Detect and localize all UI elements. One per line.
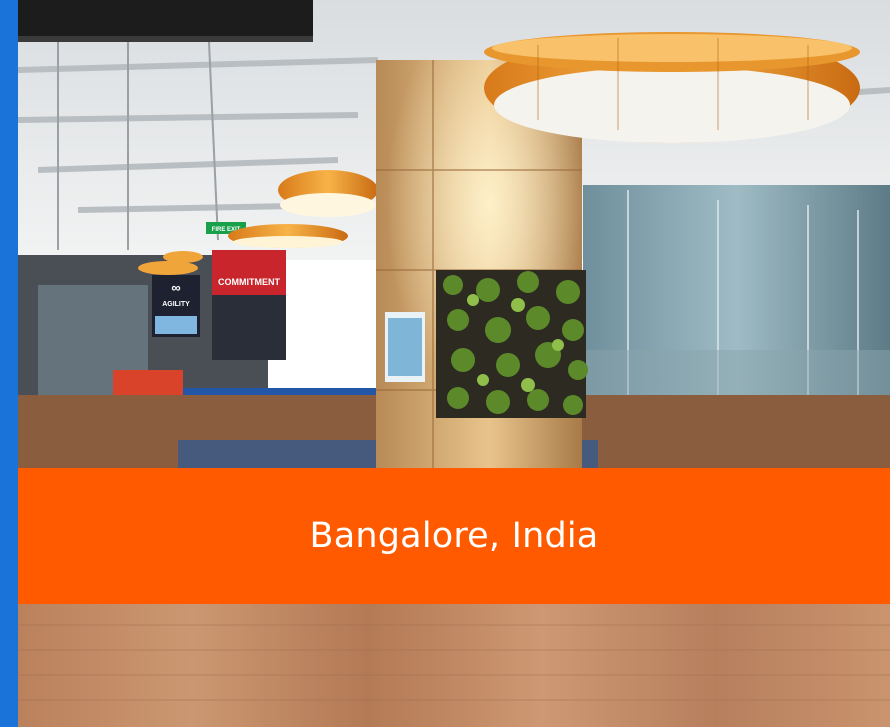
office-photo: ∞ AGILITY COMMITMENT FIRE EXIT bbox=[18, 0, 890, 727]
svg-text:∞: ∞ bbox=[171, 280, 180, 295]
left-accent-bar bbox=[0, 0, 18, 727]
commitment-sign: COMMITMENT bbox=[218, 277, 280, 287]
agility-sign: AGILITY bbox=[162, 301, 190, 308]
slide-frame: ∞ AGILITY COMMITMENT FIRE EXIT Bangalore… bbox=[0, 0, 890, 727]
office-interior-scene: ∞ AGILITY COMMITMENT FIRE EXIT bbox=[18, 0, 890, 727]
location-caption-band: Bangalore, India bbox=[18, 468, 890, 604]
location-caption: Bangalore, India bbox=[309, 516, 599, 556]
